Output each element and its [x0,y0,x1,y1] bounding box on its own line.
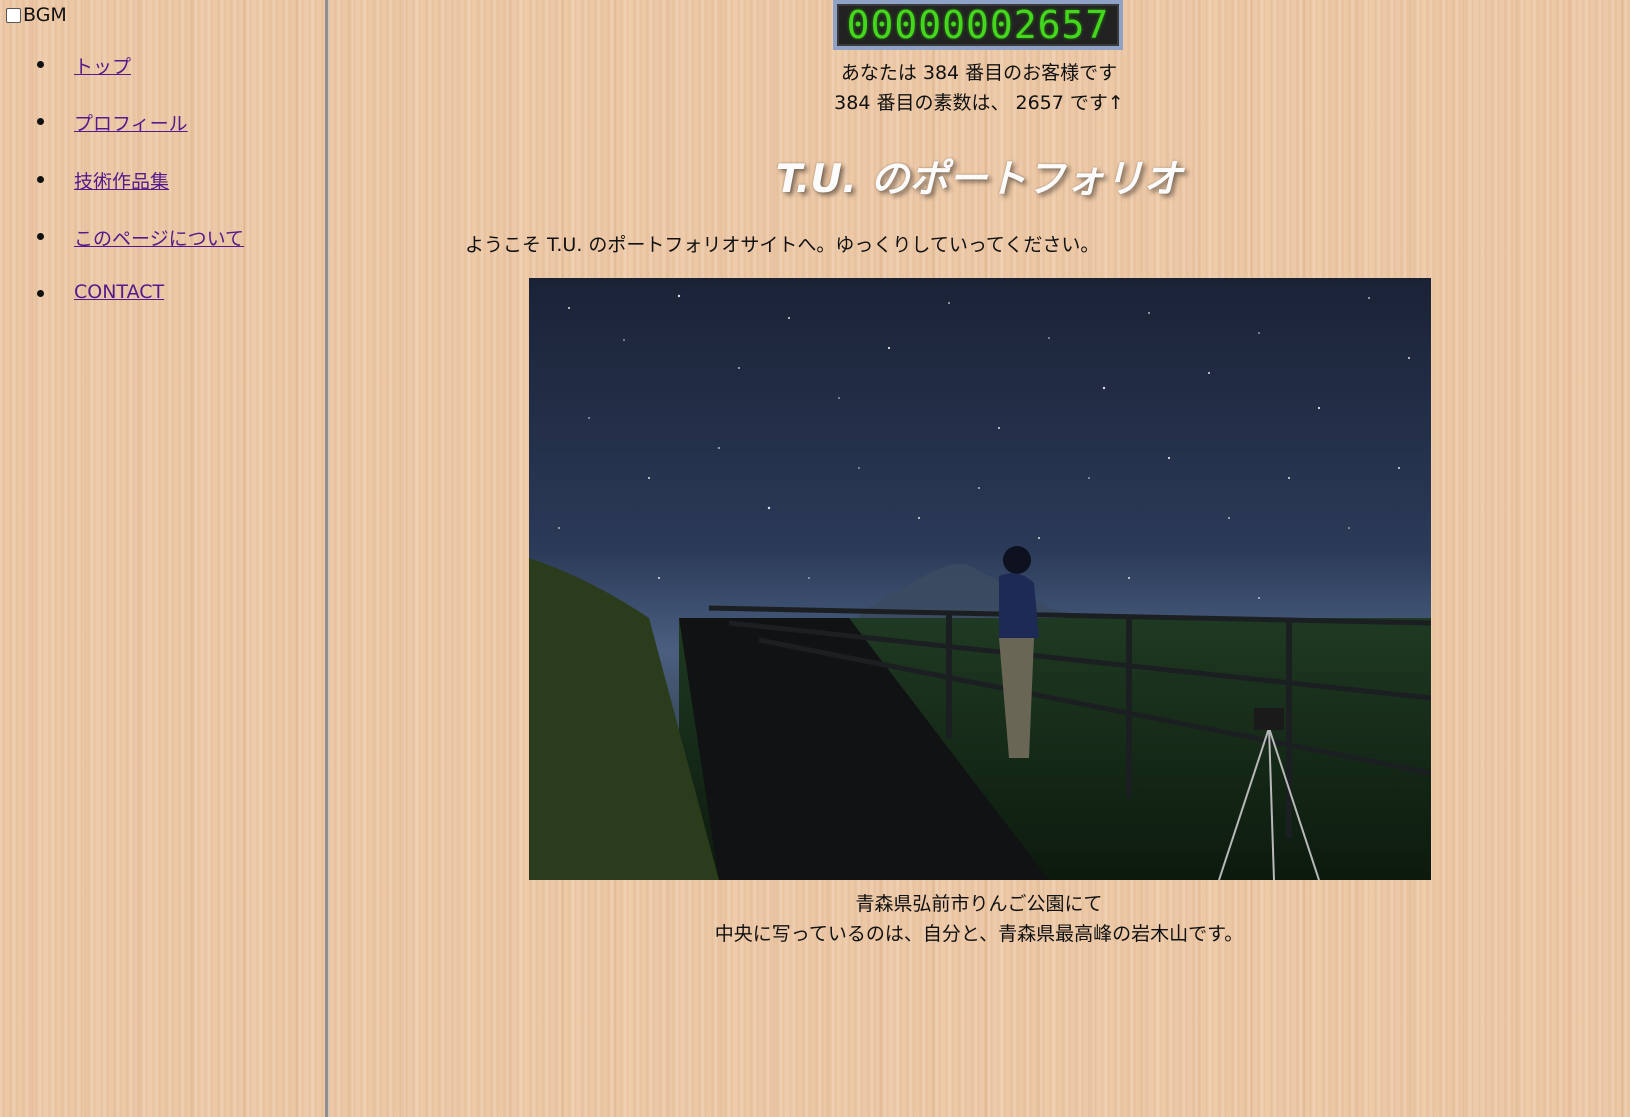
bgm-checkbox[interactable] [6,7,21,23]
nav-link-about[interactable]: このページについて [74,224,244,251]
bullet-icon [37,232,44,240]
bullet-icon [37,61,44,68]
main-content-frame: 00000002657 あなたは 384 番目のお客様です 384 番目の素数は… [328,0,1630,1117]
nav-link-profile[interactable]: プロフィール [74,109,188,136]
page-title: T.U. のポートフォリオ [775,157,1183,202]
visitor-number-text: あなたは 384 番目のお客様です [840,62,1118,84]
nav-link-works[interactable]: 技術作品集 [74,167,169,194]
bullet-icon [37,290,44,298]
prime-number-text: 384 番目の素数は、 2657 です↑ [834,92,1124,114]
nav-link-contact[interactable]: CONTACT [74,281,164,303]
bgm-label: BGM [23,4,67,26]
bullet-icon [37,118,44,126]
photo-caption-line2: 中央に写っているのは、自分と、青森県最高峰の岩木山です。 [714,923,1244,945]
left-nav-frame: BGM トップ プロフィール 技術作品集 このページについて CONTACT [0,0,325,1117]
night-sky-photo [529,278,1431,880]
nav-link-top[interactable]: トップ [74,52,131,79]
photo-caption-line1: 青森県弘前市りんご公園にて [855,893,1103,915]
visitor-counter: 00000002657 [833,0,1123,50]
welcome-text: ようこそ T.U. のポートフォリオサイトへ。ゆっくりしていってください。 [465,234,1100,256]
hero-photo [529,278,1431,880]
bgm-toggle[interactable]: BGM [6,4,67,26]
bullet-icon [37,175,44,183]
